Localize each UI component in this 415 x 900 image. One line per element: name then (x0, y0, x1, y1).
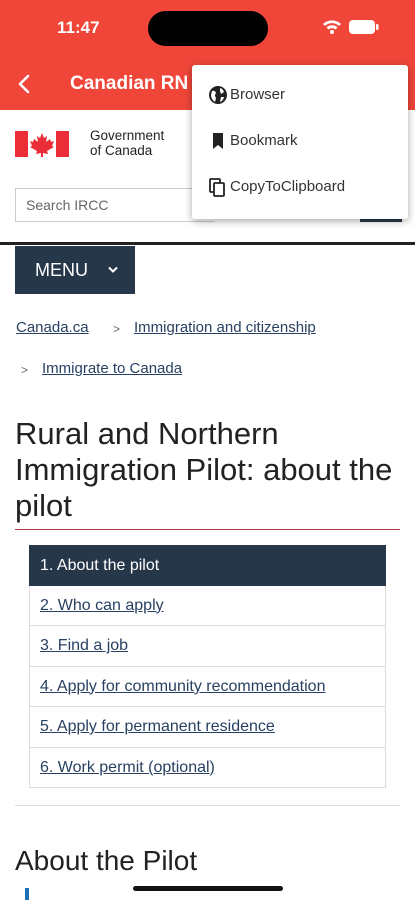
toc-list: 1. About the pilot 2. Who can apply 3. F… (29, 545, 386, 788)
popup-item-copy[interactable]: CopyToClipboard (192, 165, 408, 209)
page-title: Rural and Northern Immigration Pilot: ab… (15, 416, 393, 523)
popup-label-copy: CopyToClipboard (230, 178, 346, 195)
status-icons (323, 20, 379, 34)
breadcrumb-immigration[interactable]: Immigration and citizenship (134, 319, 316, 336)
toc-item-who-can-apply[interactable]: 2. Who can apply (29, 585, 386, 626)
wifi-icon (323, 20, 341, 34)
section-title: About the Pilot (15, 845, 198, 876)
globe-icon (209, 86, 227, 104)
breadcrumb-separator: > (21, 363, 29, 377)
overflow-popup-menu: Browser Bookmark CopyToClipboard (192, 65, 408, 219)
popup-item-browser[interactable]: Browser (192, 73, 408, 117)
dynamic-island (148, 11, 268, 46)
battery-icon (349, 20, 379, 34)
toc-item-about[interactable]: 1. About the pilot (29, 545, 386, 586)
toc-item-permanent-residence[interactable]: 5. Apply for permanent residence (29, 707, 386, 748)
copy-icon (209, 178, 225, 197)
gov-line-1: Government (90, 128, 165, 143)
toc-item-community-recommendation[interactable]: 4. Apply for community recommendation (29, 666, 386, 707)
content-accent (25, 888, 29, 900)
bookmark-icon (213, 133, 223, 149)
status-bar: 11:47 (0, 0, 415, 58)
header-divider (0, 242, 415, 245)
status-time: 11:47 (57, 18, 100, 37)
popup-label-browser: Browser (230, 86, 286, 103)
section-divider (15, 805, 400, 806)
breadcrumb-immigrate[interactable]: Immigrate to Canada (42, 360, 182, 377)
canada-flag-icon[interactable] (15, 131, 69, 157)
title-underline (15, 529, 400, 530)
search-input[interactable]: Search IRCC (15, 188, 215, 222)
toc-item-find-job[interactable]: 3. Find a job (29, 626, 386, 667)
popup-label-bookmark: Bookmark (230, 132, 298, 149)
toc-item-work-permit[interactable]: 6. Work permit (optional) (29, 747, 386, 788)
government-of-canada-wordmark[interactable]: Government of Canada (90, 128, 164, 158)
home-indicator[interactable] (133, 886, 283, 891)
breadcrumb-canada[interactable]: Canada.ca (16, 319, 89, 336)
back-arrow-icon[interactable] (10, 68, 40, 100)
app-title: Canadian RN (70, 73, 189, 94)
gov-line-2: of Canada (90, 143, 153, 158)
chevron-down-icon (108, 266, 118, 273)
breadcrumb-separator: > (113, 322, 121, 336)
popup-item-bookmark[interactable]: Bookmark (192, 119, 408, 163)
